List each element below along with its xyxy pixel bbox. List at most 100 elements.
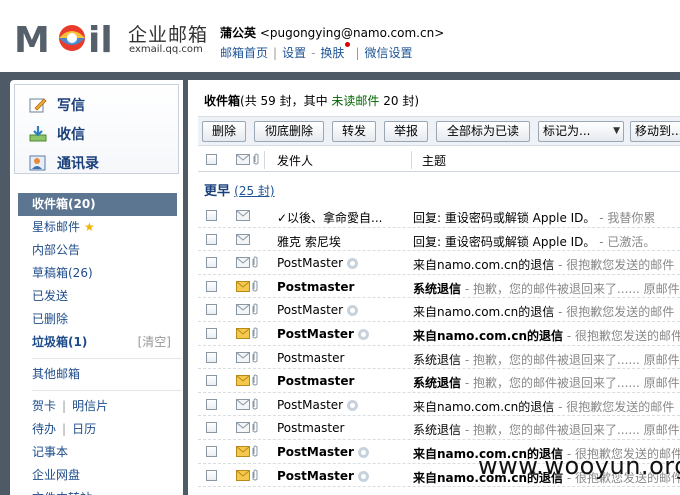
mail-row-checkbox[interactable] [206,351,217,363]
nav-divider [32,390,182,391]
link-enterprise-disk[interactable]: 企业网盘 [18,464,177,487]
column-subject[interactable]: 主题 [422,152,446,169]
read-envelope-icon [236,233,250,245]
mail-from: PostMaster [277,256,405,270]
mail-row[interactable]: ✓以後、拿命愛自... 回复: 重设密码或解锁 Apple ID。 - 我替你累 [198,204,680,228]
link-settings[interactable]: 设置 [282,46,306,60]
unread-envelope-icon [236,280,250,292]
link-todo[interactable]: 待办 [32,422,56,436]
folder-inbox[interactable]: 收件箱(20) [18,193,177,216]
qq-contact-icon [347,305,359,317]
link-file-transfer[interactable]: 文件中转站 [18,487,177,495]
mail-row-checkbox[interactable] [206,280,217,292]
forward-button[interactable]: 转发 [332,121,376,142]
link-calendar[interactable]: 日历 [72,422,96,436]
receive-icon [29,126,47,142]
qq-contact-icon [347,258,359,270]
folder-drafts[interactable]: 草稿箱(26) [18,262,177,285]
chevron-down-icon: ▼ [613,126,620,136]
mail-row[interactable]: Postmaster 系统退信 - 抱歉，您的邮件被退回来了...... 原邮件 [198,346,680,370]
folder-sent[interactable]: 已发送 [18,285,177,308]
mail-row-checkbox[interactable] [206,210,217,221]
mail-subject: 回复: 重设密码或解锁 Apple ID。 - 我替你累 [413,211,656,225]
mail-preview: - 已激活。 [595,234,656,249]
mail-from: Postmaster [277,421,345,436]
link-wechat-settings[interactable]: 微信设置 [364,46,412,60]
qq-contact-icon [357,470,369,482]
folder-announcements[interactable]: 内部公告 [18,239,177,262]
folder-starred[interactable]: 星标邮件 ★ [18,216,177,239]
mail-subject: 回复: 重设密码或解锁 Apple ID。 - 已激活。 [413,234,656,249]
link-mail-home[interactable]: 邮箱首页 [220,46,268,60]
mail-row-checkbox[interactable] [206,445,217,457]
link-skin[interactable]: 换肤 [320,46,344,60]
delete-button[interactable]: 删除 [202,121,246,142]
mail-row-checkbox[interactable] [206,327,217,339]
read-envelope-icon [236,304,250,316]
attachment-icon [252,303,258,315]
column-from[interactable]: 发件人 [277,152,313,169]
qq-mail-logo[interactable]: M il [14,14,126,64]
link-greeting-card[interactable]: 贺卡 [32,399,56,413]
star-icon: ★ [84,220,95,234]
mail-preview: - 抱歉，您的邮件被退回来了...... 原邮件 [461,281,680,296]
header: M il 企业邮箱 exmail.qq.com 蒲公英 <pugongying@… [0,0,680,72]
attachment-icon [252,445,258,457]
unread-mail-link[interactable]: 未读邮件 [331,94,379,108]
mail-from: 雅克 索尼埃 [277,234,341,249]
mark-all-read-button[interactable]: 全部标为已读 [436,121,530,142]
mail-subject: 来自namo.com.cn的退信 - 很抱歉您发送的邮件 [413,399,675,414]
receive-button[interactable]: 收信 [29,122,85,146]
svg-text:il: il [88,20,113,61]
mail-row-checkbox[interactable] [206,398,217,410]
empty-spam-link[interactable]: [清空] [138,331,171,354]
read-status-column-icon [236,154,250,165]
move-to-dropdown[interactable]: 移动到... [630,121,680,142]
mail-row-checkbox[interactable] [206,304,217,316]
mail-subject: 来自namo.com.cn的退信 - 很抱歉您发送的邮件 [413,305,675,320]
attachment-icon [252,469,258,481]
tools-todo: 待办 | 日历 [32,422,97,436]
logo-product-name: 企业邮箱 [128,24,209,46]
mark-as-dropdown[interactable]: 标记为... ▼ [538,121,624,142]
mail-row-checkbox[interactable] [206,233,217,245]
mail-row[interactable]: PostMaster 来自namo.com.cn的退信 - 很抱歉您发送的邮件 [198,251,680,275]
mail-preview: - 很抱歉您发送的邮件 [554,305,675,320]
attachment-column-icon [253,153,259,165]
select-all-checkbox[interactable] [206,154,217,165]
mail-row-checkbox[interactable] [206,422,217,434]
qq-contact-icon [357,446,369,458]
link-postcard[interactable]: 明信片 [72,399,108,413]
mail-row[interactable]: Postmaster 系统退信 - 抱歉，您的邮件被退回来了...... 原邮件 [198,416,680,440]
mail-row-checkbox[interactable] [206,469,217,481]
mail-from: Postmaster [277,374,355,389]
mail-row[interactable]: Postmaster 系统退信 - 抱歉，您的邮件被退回来了...... 原邮件 [198,369,680,393]
delete-forever-button[interactable]: 彻底删除 [254,121,324,142]
nav-divider [32,358,182,359]
link-notebook[interactable]: 记事本 [18,441,177,464]
mail-subject: 系统退信 - 抱歉，您的邮件被退回来了...... 原邮件 [413,281,680,296]
mail-row[interactable]: PostMaster 来自namo.com.cn的退信 - 很抱歉您发送的邮件 [198,298,680,322]
mail-preview: - 抱歉，您的邮件被退回来了...... 原邮件 [461,376,680,391]
mail-row-checkbox[interactable] [206,257,217,269]
qq-contact-icon [357,328,369,340]
attachment-icon [252,280,258,292]
mail-row[interactable]: Postmaster 系统退信 - 抱歉，您的邮件被退回来了...... 原邮件 [198,275,680,299]
mail-row[interactable]: PostMaster 来自namo.com.cn的退信 - 很抱歉您发送的邮件 [198,322,680,346]
mail-row[interactable]: 雅克 索尼埃 回复: 重设密码或解锁 Apple ID。 - 已激活。 [198,228,680,252]
mail-row-checkbox[interactable] [206,375,217,387]
compose-button[interactable]: 写信 [29,93,85,117]
unread-envelope-icon [236,375,250,387]
unread-envelope-icon [236,469,250,481]
read-envelope-icon [236,351,250,363]
group-count-link[interactable]: (25 封) [234,184,274,198]
mail-preview: - 抱歉，您的邮件被退回来了...... 原邮件 [461,352,680,367]
folder-spam[interactable]: 垃圾箱(1) [清空] [18,331,177,354]
folder-deleted[interactable]: 已删除 [18,308,177,331]
mail-row[interactable]: PostMaster 来自namo.com.cn的退信 - 很抱歉您发送的邮件 [198,393,680,417]
logo-domain: exmail.qq.com [129,44,203,55]
contacts-button[interactable]: 通讯录 [29,151,99,175]
report-button[interactable]: 举报 [384,121,428,142]
user-email: <pugongying@namo.com.cn> [259,26,445,40]
other-mailboxes[interactable]: 其他邮箱 [18,363,177,386]
